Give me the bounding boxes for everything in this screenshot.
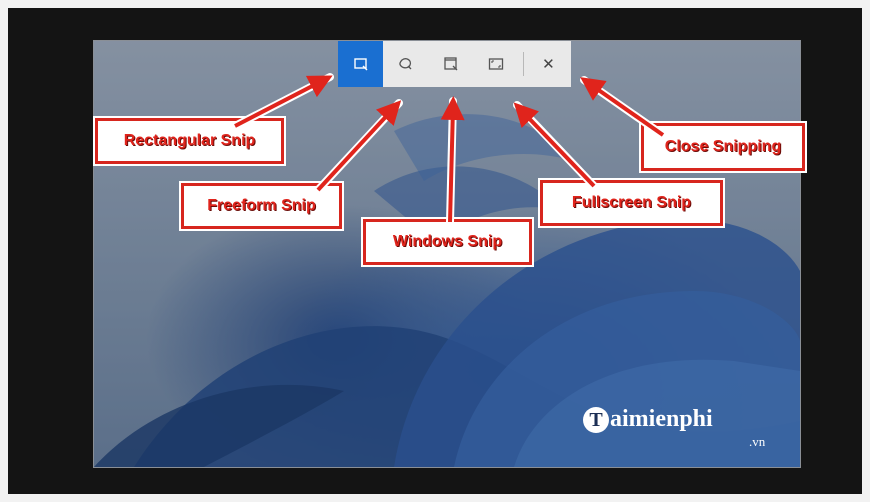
callout-close-snipping: Close Snipping [641, 123, 805, 171]
callout-freeform-snip: Freeform Snip [181, 183, 342, 229]
snipping-toolbar: ✕ [338, 41, 571, 87]
callout-label: Close Snipping [664, 138, 782, 155]
callout-label: Windows Snip [392, 233, 503, 250]
callout-label: Rectangular Snip [123, 132, 256, 149]
logo-domain: .vn [749, 434, 766, 449]
window-snip-button[interactable] [428, 41, 473, 87]
freeform-snip-icon [399, 58, 412, 70]
rectangular-snip-button[interactable] [338, 41, 384, 87]
toolbar-divider [522, 52, 524, 76]
fullscreen-snip-icon [489, 58, 504, 70]
fullscreen-snip-button[interactable] [474, 41, 519, 87]
close-snipping-button[interactable]: ✕ [526, 41, 571, 87]
window-snip-icon [444, 57, 458, 71]
taimienphi-logo: T aimienphi .vn [583, 404, 765, 449]
close-icon: ✕ [542, 56, 555, 73]
callout-label: Freeform Snip [207, 197, 316, 214]
callout-fullscreen-snip: Fullscreen Snip [540, 180, 723, 226]
callout-rectangular-snip: Rectangular Snip [95, 118, 284, 164]
callout-label: Fullscreen Snip [571, 194, 692, 211]
logo-mark-icon: T [583, 407, 609, 433]
logo-text: aimienphi [610, 406, 713, 432]
rectangle-snip-icon [353, 58, 368, 71]
freeform-snip-button[interactable] [383, 41, 428, 87]
callout-windows-snip: Windows Snip [363, 219, 532, 265]
